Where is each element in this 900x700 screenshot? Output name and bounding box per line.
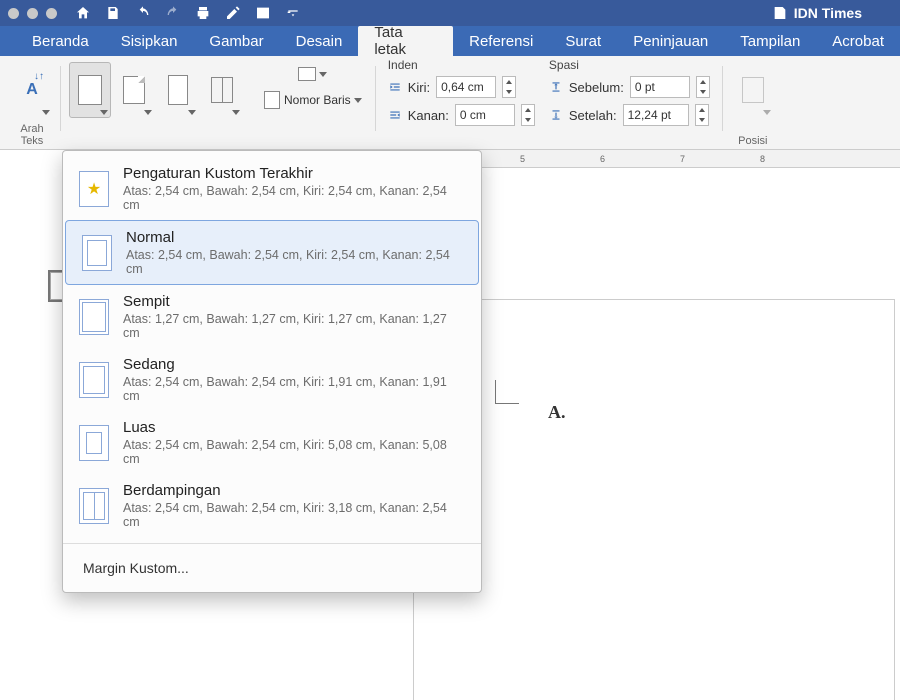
- line-numbers-button[interactable]: Nomor Baris: [259, 88, 367, 112]
- margin-option-detail: Atas: 2,54 cm, Bawah: 2,54 cm, Kiri: 3,1…: [123, 501, 465, 529]
- spasi-setelah-label: Setelah:: [569, 108, 617, 123]
- space-before-icon: [549, 80, 563, 94]
- margin-option-4[interactable]: Luas Atas: 2,54 cm, Bawah: 2,54 cm, Kiri:…: [63, 411, 481, 474]
- indent-right-icon: [388, 108, 402, 122]
- inden-kiri-field[interactable]: 0,64 cm: [436, 76, 496, 98]
- tab-gambar[interactable]: Gambar: [193, 26, 279, 56]
- ribbon-tabs: Beranda Sisipkan Gambar Desain Tata leta…: [0, 26, 900, 56]
- arah-teks-label: Arah Teks: [20, 123, 43, 147]
- ruler-mark: 7: [680, 154, 685, 164]
- margin-option-1[interactable]: Normal Atas: 2,54 cm, Bawah: 2,54 cm, Kir…: [65, 220, 479, 285]
- posisi-button[interactable]: [732, 62, 774, 118]
- margin-option-detail: Atas: 2,54 cm, Bawah: 2,54 cm, Kiri: 2,5…: [126, 248, 462, 276]
- spasi-sebelum-label: Sebelum:: [569, 80, 624, 95]
- margin-thumb-icon: [79, 171, 109, 207]
- spasi-heading: Spasi: [549, 58, 579, 72]
- margin-option-0[interactable]: Pengaturan Kustom Terakhir Atas: 2,54 cm,…: [63, 157, 481, 220]
- spasi-sebelum-field[interactable]: 0 pt: [630, 76, 690, 98]
- margin-thumb-icon: [79, 362, 109, 398]
- margin-option-title: Normal: [126, 229, 462, 246]
- document-title: IDN Times: [772, 5, 892, 21]
- margin-thumb-icon: [79, 488, 109, 524]
- margin-thumb-icon: [82, 235, 112, 271]
- group-inden: Inden Kiri: 0,64 cm Kanan: 0 cm: [388, 60, 535, 149]
- spasi-sebelum-spinner[interactable]: [696, 76, 710, 98]
- margin-option-5[interactable]: Berdampingan Atas: 2,54 cm, Bawah: 2,54 c…: [63, 474, 481, 537]
- margin-option-2[interactable]: Sempit Atas: 1,27 cm, Bawah: 1,27 cm, Kir…: [63, 285, 481, 348]
- tab-surat[interactable]: Surat: [549, 26, 617, 56]
- margin-option-title: Berdampingan: [123, 482, 465, 499]
- print-icon[interactable]: [195, 5, 211, 21]
- spasi-setelah-spinner[interactable]: [695, 104, 709, 126]
- margin-corner-mark: [495, 380, 519, 404]
- margin-thumb-icon: [79, 425, 109, 461]
- window-controls[interactable]: [8, 8, 57, 19]
- arah-teks-button[interactable]: A ↓↑: [11, 62, 53, 118]
- line-numbers-label: Nomor Baris: [284, 93, 351, 107]
- space-after-icon: [549, 108, 563, 122]
- inden-kiri-label: Kiri:: [408, 80, 430, 95]
- tab-acrobat[interactable]: Acrobat: [816, 26, 900, 56]
- tab-referensi[interactable]: Referensi: [453, 26, 549, 56]
- group-margins: [63, 60, 249, 149]
- posisi-label: Posisi: [738, 135, 767, 147]
- tab-beranda[interactable]: Beranda: [16, 26, 105, 56]
- margin-option-detail: Atas: 1,27 cm, Bawah: 1,27 cm, Kiri: 1,2…: [123, 312, 465, 340]
- document-content[interactable]: A.: [548, 402, 566, 423]
- margin-option-title: Sedang: [123, 356, 465, 373]
- image-icon[interactable]: [255, 5, 271, 21]
- overflow-icon[interactable]: [285, 5, 301, 21]
- group-breaks: Nomor Baris: [253, 60, 373, 149]
- tab-peninjauan[interactable]: Peninjauan: [617, 26, 724, 56]
- group-posisi: Posisi: [725, 60, 781, 149]
- undo-icon[interactable]: [135, 5, 151, 21]
- tab-tata-letak[interactable]: Tata letak: [358, 26, 453, 56]
- home-icon[interactable]: [75, 5, 91, 21]
- edit-icon[interactable]: [225, 5, 241, 21]
- margin-option-detail: Atas: 2,54 cm, Bawah: 2,54 cm, Kiri: 5,0…: [123, 438, 465, 466]
- size-button[interactable]: [157, 62, 199, 118]
- inden-kanan-spinner[interactable]: [521, 104, 535, 126]
- page[interactable]: [414, 300, 894, 700]
- spasi-setelah-field[interactable]: 12,24 pt: [623, 104, 689, 126]
- margin-option-3[interactable]: Sedang Atas: 2,54 cm, Bawah: 2,54 cm, Kir…: [63, 348, 481, 411]
- margin-thumb-icon: [79, 299, 109, 335]
- word-doc-icon: [772, 5, 788, 21]
- tab-tampilan[interactable]: Tampilan: [724, 26, 816, 56]
- margins-button[interactable]: [69, 62, 111, 118]
- ruler-mark: 5: [520, 154, 525, 164]
- margin-kustom-item[interactable]: Margin Kustom...: [63, 550, 481, 586]
- titlebar: IDN Times: [0, 0, 900, 26]
- margins-dropdown: Pengaturan Kustom Terakhir Atas: 2,54 cm,…: [62, 150, 482, 593]
- margin-option-title: Sempit: [123, 293, 465, 310]
- inden-kanan-label: Kanan:: [408, 108, 449, 123]
- margin-option-detail: Atas: 2,54 cm, Bawah: 2,54 cm, Kiri: 1,9…: [123, 375, 465, 403]
- inden-kanan-field[interactable]: 0 cm: [455, 104, 515, 126]
- redo-icon[interactable]: [165, 5, 181, 21]
- ruler-mark: 6: [600, 154, 605, 164]
- orientation-button[interactable]: [113, 62, 155, 118]
- columns-button[interactable]: [201, 62, 243, 118]
- tab-sisipkan[interactable]: Sisipkan: [105, 26, 194, 56]
- margin-option-title: Pengaturan Kustom Terakhir: [123, 165, 465, 182]
- margin-option-title: Luas: [123, 419, 465, 436]
- group-spasi: Spasi Sebelum: 0 pt Setelah: 12,24 pt: [549, 60, 710, 149]
- margin-option-detail: Atas: 2,54 cm, Bawah: 2,54 cm, Kiri: 2,5…: [123, 184, 465, 212]
- inden-kiri-spinner[interactable]: [502, 76, 516, 98]
- tab-desain[interactable]: Desain: [280, 26, 359, 56]
- group-arah-teks: A ↓↑ Arah Teks: [6, 60, 58, 149]
- ruler-mark: 8: [760, 154, 765, 164]
- quick-access-toolbar: [75, 5, 772, 21]
- indent-left-icon: [388, 80, 402, 94]
- save-icon[interactable]: [105, 5, 121, 21]
- inden-heading: Inden: [388, 58, 418, 72]
- breaks-button[interactable]: [259, 62, 367, 86]
- ribbon: A ↓↑ Arah Teks Nomor Baris Inden: [0, 56, 900, 150]
